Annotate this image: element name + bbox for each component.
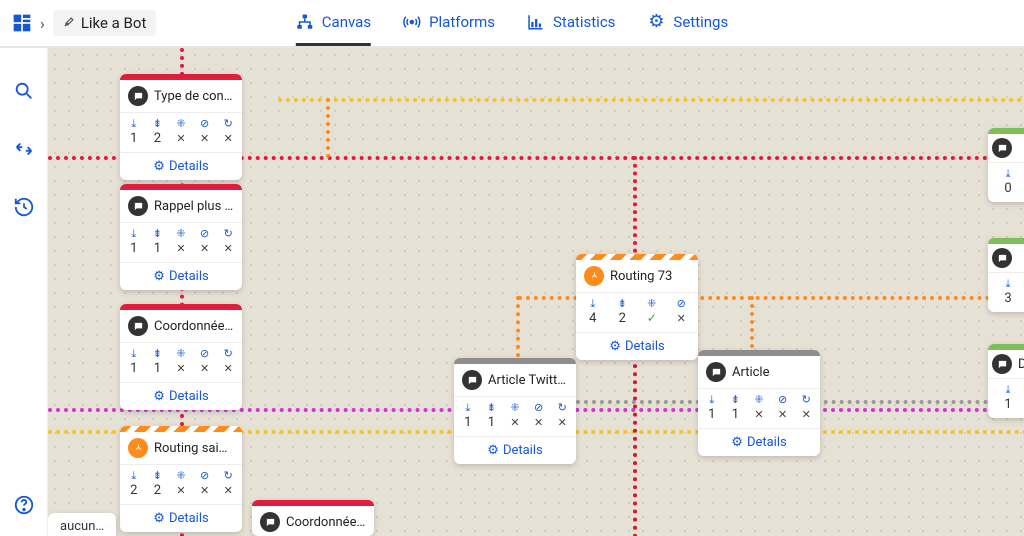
tab-settings[interactable]: Settings	[647, 0, 728, 46]
message-icon	[260, 512, 280, 532]
app-logo-icon[interactable]	[12, 13, 32, 33]
chevron-right-icon: ›	[40, 14, 45, 33]
details-button[interactable]: Details	[576, 332, 698, 360]
message-icon	[128, 316, 148, 336]
tab-label: Canvas	[322, 13, 371, 31]
message-icon	[992, 248, 1012, 268]
tab-canvas[interactable]: Canvas	[296, 0, 371, 46]
tab-label: Platforms	[429, 13, 495, 31]
node-routing-saisi[interactable]: Routing saisi… ⤓⇟⁜⊘↻ 22 Details	[120, 426, 242, 532]
node-title: Coordonnée …	[154, 319, 234, 334]
message-icon	[992, 138, 1012, 158]
node-partial-3[interactable]: D ⤓ 1	[988, 344, 1024, 418]
main-area: Type de cont… ⤓⇟⁜⊘↻ 12 Details Rappel pl…	[0, 48, 1024, 536]
gear-icon	[153, 159, 165, 174]
node-type-de-contenu[interactable]: Type de cont… ⤓⇟⁜⊘↻ 12 Details	[120, 74, 242, 180]
node-stats-icons: ⤓⇟⁜⊘↻	[120, 113, 242, 131]
message-icon	[706, 362, 726, 382]
message-icon	[462, 370, 482, 390]
left-sidebar	[0, 48, 48, 536]
sitemap-icon	[296, 13, 314, 31]
message-icon	[128, 86, 148, 106]
details-button[interactable]: Details	[120, 152, 242, 180]
node-partial-1[interactable]: ⤓ 0	[988, 128, 1024, 202]
message-icon	[128, 196, 148, 216]
details-button[interactable]: Details	[120, 504, 242, 532]
node-title: Routing saisi…	[154, 441, 234, 456]
tab-label: Statistics	[553, 13, 615, 31]
tab-statistics[interactable]: Statistics	[527, 0, 615, 46]
collapse-icon[interactable]	[13, 138, 35, 160]
history-icon[interactable]	[13, 196, 35, 218]
node-aucun-partial[interactable]: aucun…	[48, 513, 116, 536]
node-coordonnees2[interactable]: Coordonnées…	[252, 500, 374, 536]
details-button[interactable]: Details	[454, 436, 576, 464]
tab-platforms[interactable]: Platforms	[403, 0, 495, 46]
gear-icon	[647, 13, 665, 31]
node-title: Type de cont…	[154, 89, 234, 104]
details-button[interactable]: Details	[120, 382, 242, 410]
node-article-twitter[interactable]: Article Twitter ⤓⇟⁜⊘↻ 11 Details	[454, 358, 576, 464]
chart-icon	[527, 13, 545, 31]
tab-label: Settings	[673, 13, 728, 31]
routing-icon	[128, 438, 148, 458]
search-icon[interactable]	[13, 80, 35, 102]
canvas[interactable]: Type de cont… ⤓⇟⁜⊘↻ 12 Details Rappel pl…	[48, 48, 1024, 536]
app-header: › Like a Bot Canvas Platforms Statistics…	[0, 0, 1024, 48]
node-title: Rappel plus t…	[154, 199, 234, 214]
message-icon	[992, 354, 1012, 374]
details-button[interactable]: Details	[698, 428, 820, 456]
node-title: Routing 73	[610, 269, 690, 284]
node-title: Article	[732, 365, 812, 380]
broadcast-icon	[403, 13, 421, 31]
details-button[interactable]: Details	[120, 262, 242, 290]
node-routing-73[interactable]: Routing 73 ⤓⇟⁜⊘ 42 Details	[576, 254, 698, 360]
node-title: Coordonnées…	[286, 515, 366, 530]
node-header: Type de cont…	[120, 80, 242, 113]
breadcrumb-bot-name[interactable]: Like a Bot	[53, 10, 157, 36]
header-left: › Like a Bot	[0, 10, 156, 36]
node-article[interactable]: Article ⤓⇟⁜⊘↻ 11 Details	[698, 350, 820, 456]
node-coordonnee[interactable]: Coordonnée … ⤓⇟⁜⊘↻ 11 Details	[120, 304, 242, 410]
help-icon[interactable]	[13, 494, 35, 516]
breadcrumb-label: Like a Bot	[81, 14, 147, 32]
routing-icon	[584, 266, 604, 286]
node-stats-values: 12	[120, 131, 242, 152]
node-partial-2[interactable]: ⤓ 3	[988, 238, 1024, 312]
header-tabs: Canvas Platforms Statistics Settings	[296, 0, 728, 46]
node-title: Article Twitter	[488, 373, 568, 388]
tools-icon	[63, 14, 77, 32]
node-rappel[interactable]: Rappel plus t… ⤓⇟⁜⊘↻ 11 Details	[120, 184, 242, 290]
